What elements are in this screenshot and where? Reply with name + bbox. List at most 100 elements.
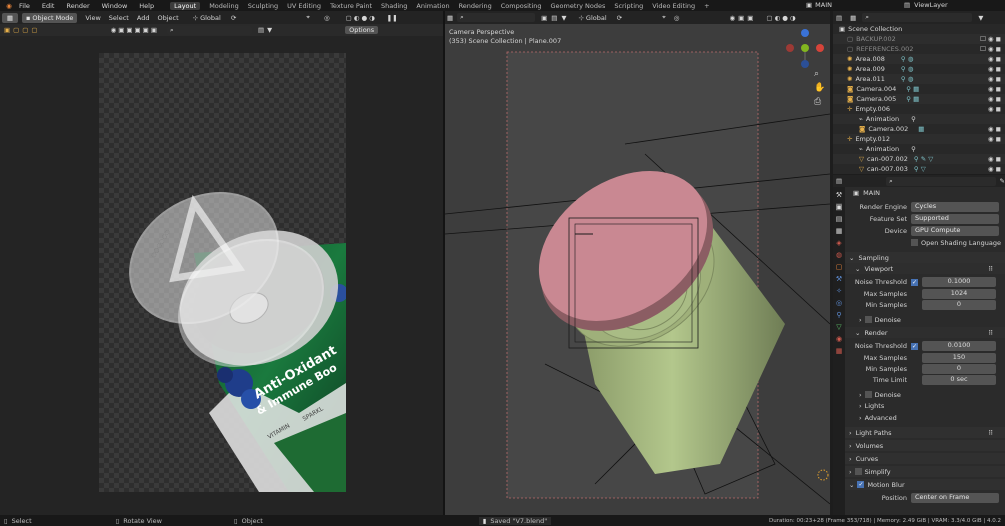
menu-object[interactable]: Object: [157, 14, 178, 22]
visibility-icons[interactable]: ◉ ◼: [988, 105, 1001, 113]
simplify-panel-header[interactable]: › Simplify: [845, 466, 1005, 477]
right-shading-icons[interactable]: ▢◐●◑: [766, 14, 797, 22]
tab-layout[interactable]: Layout: [170, 1, 201, 10]
viewport-subpanel-header[interactable]: ⌄ Viewport ⠿: [845, 263, 1005, 274]
scene-selector[interactable]: ▣ MAIN: [806, 1, 832, 9]
outliner-item[interactable]: ◙ Camera.005 ⚲ ▦ ◉ ◼: [833, 94, 1005, 104]
outliner-editor-icon[interactable]: ▤: [836, 14, 842, 22]
visibility-icons[interactable]: ◉ ◼: [988, 155, 1001, 163]
outliner-root[interactable]: ▣ Scene Collection: [833, 24, 1005, 34]
motion-blur-checkbox[interactable]: ✓: [857, 481, 865, 488]
tab-scripting[interactable]: Scripting: [614, 2, 643, 10]
navigation-gizmo[interactable]: [786, 29, 824, 68]
menu-add[interactable]: Add: [137, 14, 150, 22]
constraints-tab-icon[interactable]: ⚲: [836, 311, 841, 319]
advanced-subpanel[interactable]: › Advanced: [845, 412, 1005, 424]
material-tab-icon[interactable]: ◉: [836, 335, 842, 343]
sampling-panel-header[interactable]: ⌄ Sampling: [845, 252, 1005, 263]
particles-tab-icon[interactable]: ✧: [836, 287, 842, 295]
menu-render[interactable]: Render: [66, 2, 89, 10]
vp-denoise-checkbox[interactable]: [864, 316, 872, 323]
vp-min-field[interactable]: 0: [922, 299, 996, 310]
feature-set-dropdown[interactable]: Supported: [911, 214, 999, 224]
pan-icon[interactable]: ✋: [814, 81, 825, 93]
scene-tab-icon[interactable]: ◈: [836, 239, 841, 247]
right-pivot-icon[interactable]: ⟳: [617, 14, 622, 22]
zoom-icon[interactable]: ⌕: [814, 69, 819, 79]
outliner-item[interactable]: ✺ Area.011 ⚲ ◍ ◉ ◼: [833, 74, 1005, 84]
view-layer-selector[interactable]: ▤ ViewLayer: [904, 1, 948, 9]
visibility-icons[interactable]: ◉ ◼: [988, 95, 1001, 103]
mode-dropdown[interactable]: ▪ Object Mode: [22, 12, 78, 23]
outliner-item[interactable]: ✺ Area.009 ⚲ ◍ ◉ ◼: [833, 64, 1005, 74]
motion-blur-panel-header[interactable]: ⌄ ✓ Motion Blur: [845, 479, 1005, 490]
search-input[interactable]: ⌕: [166, 25, 252, 35]
outliner-item[interactable]: ◙ Camera.002 ▦ ◉ ◼: [833, 124, 1005, 134]
drag-handle-icon[interactable]: ⠿: [988, 329, 993, 337]
pause-icon[interactable]: ❚❚: [387, 14, 398, 22]
blender-logo-icon[interactable]: ◉: [3, 2, 15, 10]
outliner-item[interactable]: ◙ Camera.004 ⚲ ▦ ◉ ◼: [833, 84, 1005, 94]
camera-viewport[interactable]: Camera Perspective (353) Scene Collectio…: [445, 24, 830, 515]
render-subpanel-header[interactable]: ⌄ Render ⠿: [845, 327, 1005, 338]
visibility-icons[interactable]: ◉ ◼: [988, 125, 1001, 133]
output-tab-icon[interactable]: ▤: [836, 215, 843, 223]
outliner-item[interactable]: ⌁ Animation ⚲: [833, 114, 1005, 124]
r-time-field[interactable]: 0 sec: [922, 374, 996, 385]
snap-icon[interactable]: ⌖: [306, 13, 310, 22]
light-paths-panel-header[interactable]: › Light Paths ⠿: [845, 427, 1005, 438]
display-mode-icon[interactable]: ▦: [850, 14, 856, 22]
visibility-icons[interactable]: ◉ ◼: [988, 165, 1001, 173]
outliner-item[interactable]: ⌁ Animation ⚲: [833, 144, 1005, 154]
tool-tab-icon[interactable]: ⚒: [836, 191, 842, 199]
visibility-icons[interactable]: ◉ ◼: [988, 75, 1001, 83]
visibility-icons[interactable]: ◉ ◼: [988, 65, 1001, 73]
tab-uv-editing[interactable]: UV Editing: [287, 2, 321, 10]
physics-tab-icon[interactable]: ◎: [836, 299, 842, 307]
outliner-filter-icon[interactable]: ▼: [978, 14, 983, 22]
add-workspace-button[interactable]: +: [704, 2, 709, 10]
menu-edit[interactable]: Edit: [42, 2, 55, 10]
tab-video-editing[interactable]: Video Editing: [652, 2, 695, 10]
properties-editor-icon[interactable]: ▤: [836, 177, 842, 185]
vp-denoise-subpanel[interactable]: › Denoise: [845, 314, 1005, 325]
vp-noise-checkbox[interactable]: ✓: [911, 278, 918, 286]
device-dropdown[interactable]: GPU Compute: [911, 226, 999, 236]
properties-search-input[interactable]: ⌕: [886, 176, 996, 186]
options-button[interactable]: Options: [345, 26, 379, 34]
visibility-icons[interactable]: ◉ ◼: [988, 85, 1001, 93]
camera-view-icon[interactable]: ⎙: [814, 97, 822, 107]
position-dropdown[interactable]: Center on Frame: [911, 492, 999, 503]
orientation-dropdown[interactable]: ⊹ Global: [193, 14, 221, 22]
tab-texture-paint[interactable]: Texture Paint: [330, 2, 372, 10]
pivot-icon[interactable]: ⟳: [231, 14, 236, 22]
right-orientation-dropdown[interactable]: ⊹ Global: [578, 14, 606, 22]
right-snap-icon[interactable]: ⌖: [662, 13, 666, 22]
modifier-tab-icon[interactable]: ⚒: [836, 275, 842, 283]
gizmo-icons[interactable]: ◉▣▣▣▣▣: [111, 26, 159, 34]
outliner-item[interactable]: ▽ can-007.002 ⚲ ✎ ▽ ◉ ◼: [833, 154, 1005, 164]
tab-rendering[interactable]: Rendering: [459, 2, 492, 10]
volumes-panel-header[interactable]: › Volumes: [845, 440, 1005, 451]
right-gizmo-icons[interactable]: ◉▣▣: [729, 14, 756, 22]
render-tab-icon[interactable]: ▣: [835, 203, 843, 211]
r-denoise-subpanel[interactable]: › Denoise: [845, 389, 1005, 400]
viewport-shading-icons[interactable]: ▢◐●◑: [346, 14, 377, 22]
vp-max-field[interactable]: 1024: [922, 288, 996, 299]
r-max-field[interactable]: 150: [922, 352, 996, 363]
object-tab-icon[interactable]: ▢: [836, 263, 843, 271]
outliner-item[interactable]: ▢ BACKUP.002 ☐ ◉ ◼: [833, 34, 1005, 44]
menu-select[interactable]: Select: [109, 14, 129, 22]
curves-panel-header[interactable]: › Curves: [845, 453, 1005, 464]
texture-tab-icon[interactable]: ▦: [836, 347, 843, 355]
tab-geometry-nodes[interactable]: Geometry Nodes: [551, 2, 606, 10]
pin-icon[interactable]: ✎: [1000, 177, 1005, 185]
viewport-filter-icons[interactable]: ▣▤▼: [541, 14, 570, 22]
visibility-icons[interactable]: ☐ ◉ ◼: [980, 45, 1001, 53]
outliner-item[interactable]: ▢ REFERENCES.002 ☐ ◉ ◼: [833, 44, 1005, 54]
lights-subpanel[interactable]: › Lights: [845, 400, 1005, 412]
tab-modeling[interactable]: Modeling: [209, 2, 239, 10]
osl-checkbox[interactable]: [911, 239, 918, 246]
tab-compositing[interactable]: Compositing: [501, 2, 542, 10]
simplify-checkbox[interactable]: [854, 468, 862, 475]
